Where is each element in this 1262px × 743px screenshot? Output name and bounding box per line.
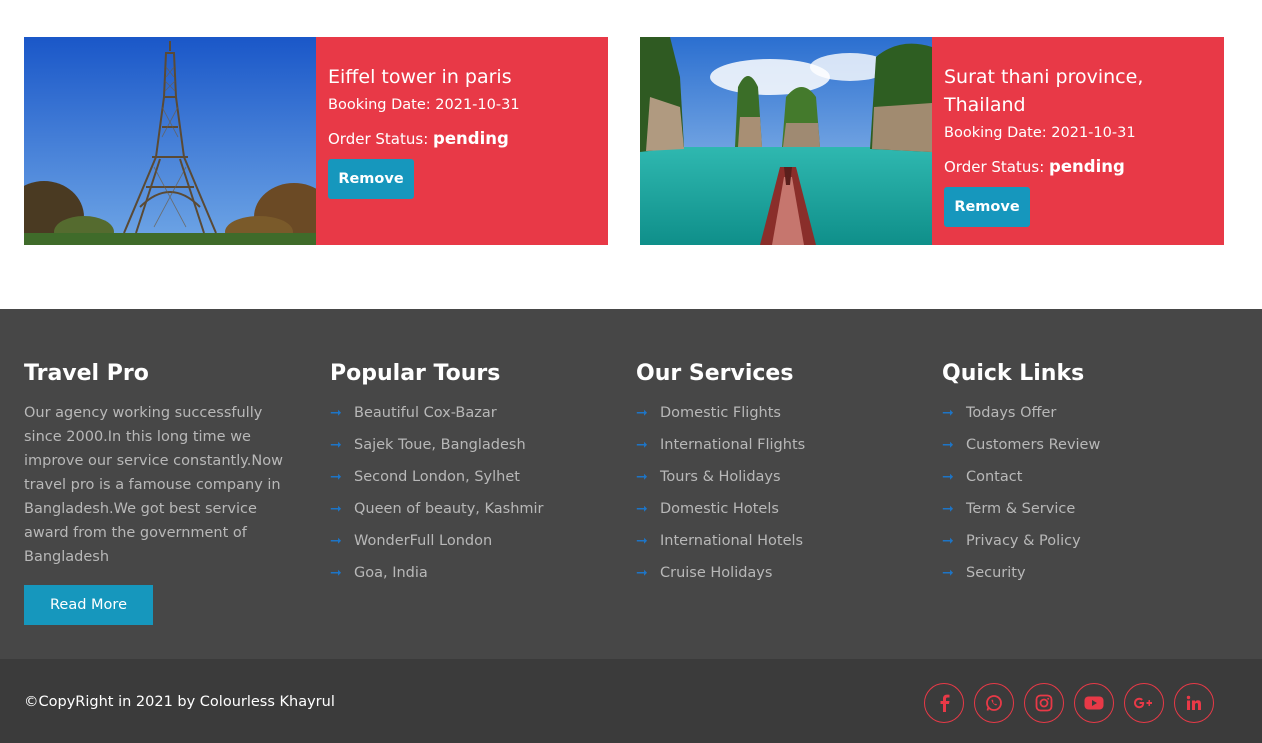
- quick-link-label: Privacy & Policy: [966, 533, 1081, 549]
- quick-link[interactable]: ➞ Todays Offer: [942, 401, 1222, 433]
- tour-link-label: Sajek Toue, Bangladesh: [354, 437, 526, 453]
- service-link-label: International Flights: [660, 437, 806, 453]
- eiffel-tower-photo: [24, 37, 316, 245]
- tour-link[interactable]: ➞ WonderFull London: [330, 529, 610, 561]
- long-arrow-right-icon: ➞: [942, 405, 954, 421]
- order-info: Surat thani province, Thailand Booking D…: [932, 37, 1224, 245]
- social-links: [924, 683, 1214, 723]
- order-status: Order Status: pending: [328, 129, 596, 149]
- long-arrow-right-icon: ➞: [636, 437, 648, 453]
- long-arrow-right-icon: ➞: [942, 533, 954, 549]
- long-arrow-right-icon: ➞: [636, 501, 648, 517]
- long-arrow-right-icon: ➞: [942, 501, 954, 517]
- footer-tours-title: Popular Tours: [330, 361, 501, 386]
- long-arrow-right-icon: ➞: [636, 469, 648, 485]
- long-arrow-right-icon: ➞: [942, 437, 954, 453]
- booking-date-label: Booking Date:: [328, 97, 431, 113]
- service-link[interactable]: ➞ Tours & Holidays: [636, 465, 916, 497]
- booking-date-label: Booking Date:: [944, 125, 1047, 141]
- long-arrow-right-icon: ➞: [330, 565, 342, 581]
- order-card: Eiffel tower in paris Booking Date: 2021…: [24, 37, 608, 245]
- booking-date-value: 2021-10-31: [1051, 125, 1136, 141]
- order-card: Surat thani province, Thailand Booking D…: [640, 37, 1224, 245]
- long-arrow-right-icon: ➞: [942, 565, 954, 581]
- service-link-label: Domestic Flights: [660, 405, 781, 421]
- service-link-label: Tours & Holidays: [660, 469, 781, 485]
- long-arrow-right-icon: ➞: [636, 565, 648, 581]
- service-link-label: International Hotels: [660, 533, 804, 549]
- footer: Travel Pro Our agency working successful…: [0, 309, 1262, 659]
- facebook-icon[interactable]: [924, 683, 964, 723]
- long-arrow-right-icon: ➞: [636, 405, 648, 421]
- booking-date-value: 2021-10-31: [435, 97, 520, 113]
- footer-our-services: Our Services ➞ Domestic Flights ➞ Internat…: [636, 359, 916, 593]
- tour-link[interactable]: ➞ Beautiful Cox-Bazar: [330, 401, 610, 433]
- tour-link-label: Queen of beauty, Kashmir: [354, 501, 544, 517]
- footer-links-title: Quick Links: [942, 361, 1085, 386]
- long-arrow-right-icon: ➞: [330, 437, 342, 453]
- service-link-label: Domestic Hotels: [660, 501, 779, 517]
- service-link[interactable]: ➞ Domestic Flights: [636, 401, 916, 433]
- order-status-label: Order Status:: [944, 158, 1045, 176]
- service-link[interactable]: ➞ International Hotels: [636, 529, 916, 561]
- tour-link-label: Goa, India: [354, 565, 428, 581]
- footer-popular-tours: Popular Tours ➞ Beautiful Cox-Bazar ➞ Saje…: [330, 359, 610, 593]
- booking-date: Booking Date: 2021-10-31: [328, 95, 596, 115]
- tour-link-label: Second London, Sylhet: [354, 469, 520, 485]
- footer-about-title: Travel Pro: [24, 361, 149, 386]
- tour-link[interactable]: ➞ Second London, Sylhet: [330, 465, 610, 497]
- long-arrow-right-icon: ➞: [636, 533, 648, 549]
- instagram-icon[interactable]: [1024, 683, 1064, 723]
- quick-link[interactable]: ➞ Customers Review: [942, 433, 1222, 465]
- tour-link[interactable]: ➞ Goa, India: [330, 561, 610, 593]
- linkedin-icon[interactable]: [1174, 683, 1214, 723]
- order-status-value: pending: [1049, 157, 1125, 176]
- quick-link-label: Contact: [966, 469, 1023, 485]
- booking-date: Booking Date: 2021-10-31: [944, 123, 1212, 143]
- bottom-bar: ©CopyRight in 2021 by Colourless Khayrul: [0, 659, 1262, 743]
- long-arrow-right-icon: ➞: [942, 469, 954, 485]
- order-title: Eiffel tower in paris: [328, 66, 512, 88]
- tour-link-label: Beautiful Cox-Bazar: [354, 405, 497, 421]
- quick-link-label: Security: [966, 565, 1026, 581]
- quick-link[interactable]: ➞ Security: [942, 561, 1222, 593]
- quick-link-label: Todays Offer: [966, 405, 1057, 421]
- footer-quick-links: Quick Links ➞ Todays Offer ➞ Customers Rev…: [942, 359, 1222, 593]
- youtube-icon[interactable]: [1074, 683, 1114, 723]
- order-info: Eiffel tower in paris Booking Date: 2021…: [316, 37, 608, 245]
- footer-services-title: Our Services: [636, 361, 794, 386]
- whatsapp-icon[interactable]: [974, 683, 1014, 723]
- footer-about: Travel Pro Our agency working successful…: [24, 359, 294, 625]
- google-plus-icon[interactable]: [1124, 683, 1164, 723]
- footer-about-text: Our agency working successfully since 20…: [24, 405, 283, 565]
- remove-button[interactable]: Remove: [944, 187, 1030, 227]
- service-link-label: Cruise Holidays: [660, 565, 773, 581]
- order-status-value: pending: [433, 129, 509, 148]
- quick-link-label: Customers Review: [966, 437, 1101, 453]
- long-arrow-right-icon: ➞: [330, 405, 342, 421]
- service-link[interactable]: ➞ Cruise Holidays: [636, 561, 916, 593]
- tour-link-label: WonderFull London: [354, 533, 493, 549]
- long-arrow-right-icon: ➞: [330, 501, 342, 517]
- long-arrow-right-icon: ➞: [330, 533, 342, 549]
- service-link[interactable]: ➞ International Flights: [636, 433, 916, 465]
- tour-link[interactable]: ➞ Sajek Toue, Bangladesh: [330, 433, 610, 465]
- thailand-lake-photo: [640, 37, 932, 245]
- orders-section: Eiffel tower in paris Booking Date: 2021…: [0, 0, 1262, 309]
- quick-link[interactable]: ➞ Privacy & Policy: [942, 529, 1222, 561]
- quick-link[interactable]: ➞ Contact: [942, 465, 1222, 497]
- service-link[interactable]: ➞ Domestic Hotels: [636, 497, 916, 529]
- remove-button[interactable]: Remove: [328, 159, 414, 199]
- long-arrow-right-icon: ➞: [330, 469, 342, 485]
- read-more-button[interactable]: Read More: [24, 585, 153, 625]
- tour-link[interactable]: ➞ Queen of beauty, Kashmir: [330, 497, 610, 529]
- quick-link-label: Term & Service: [966, 501, 1076, 517]
- order-status: Order Status: pending: [944, 157, 1212, 177]
- quick-link[interactable]: ➞ Term & Service: [942, 497, 1222, 529]
- order-title: Surat thani province, Thailand: [944, 66, 1144, 116]
- copyright-text: ©CopyRight in 2021 by Colourless Khayrul: [24, 694, 335, 710]
- order-status-label: Order Status:: [328, 130, 429, 148]
